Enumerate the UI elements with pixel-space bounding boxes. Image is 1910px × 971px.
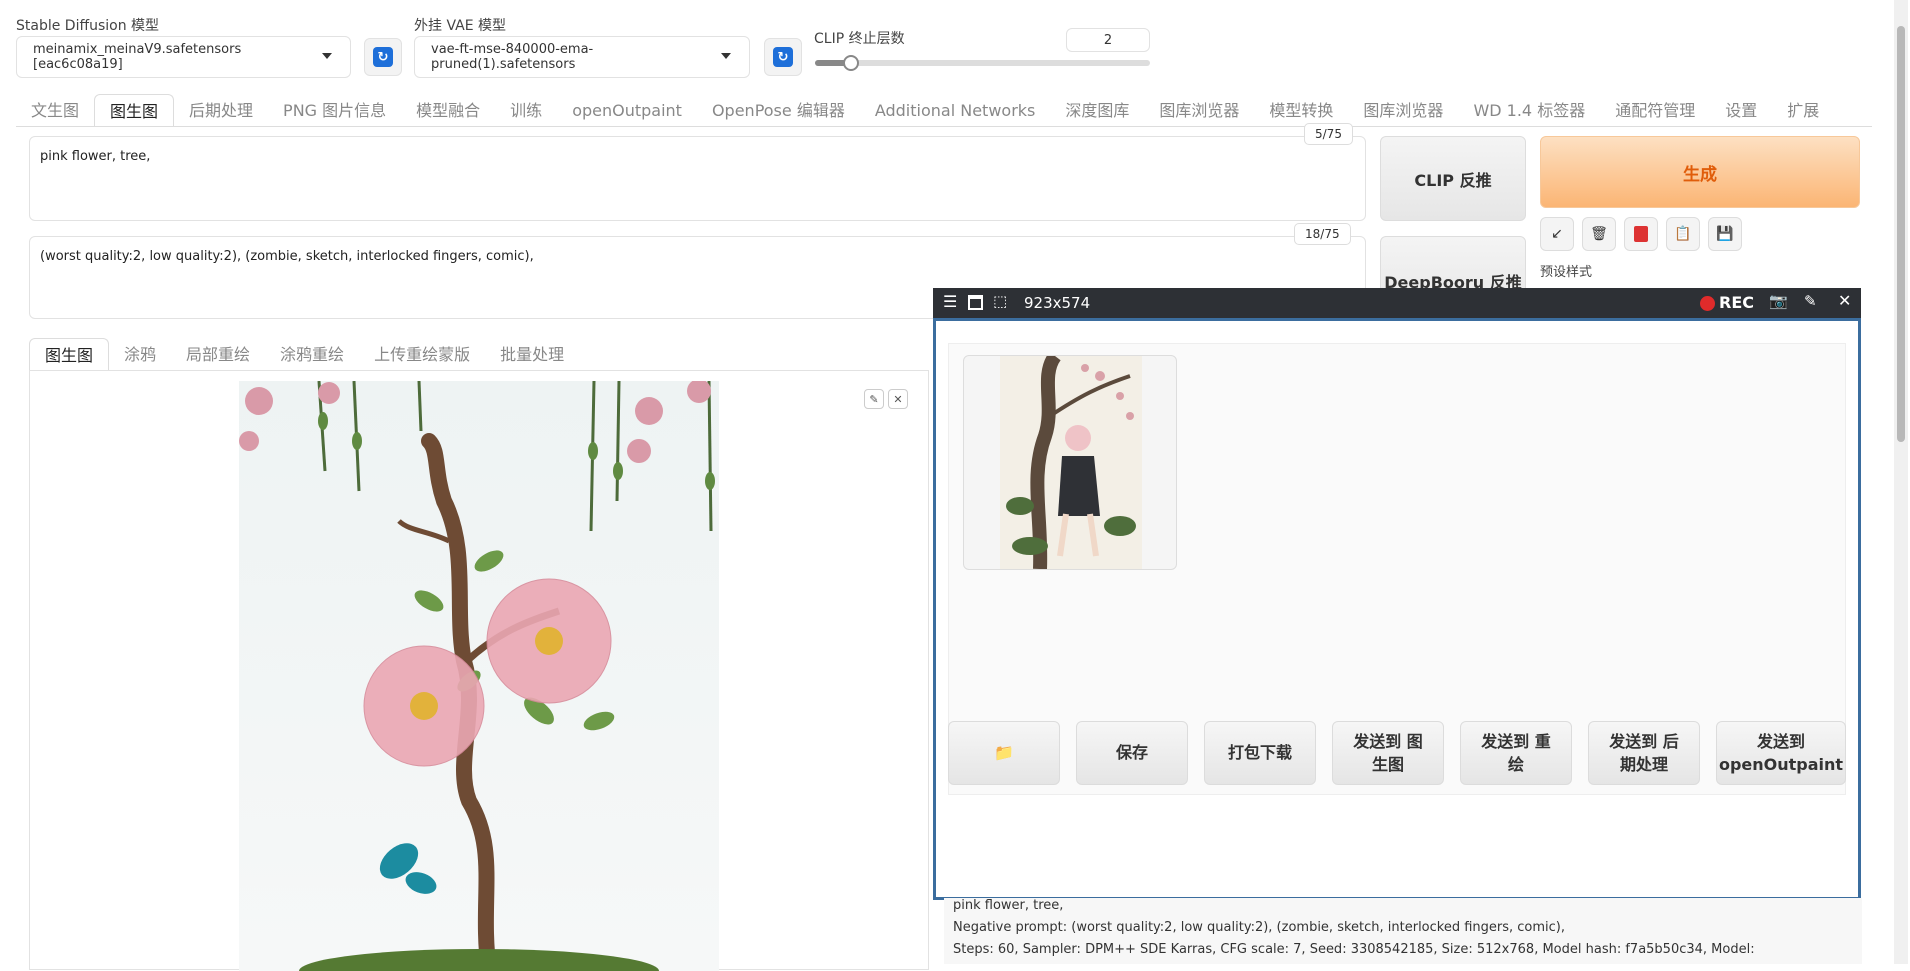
- negative-prompt-text: (worst quality:2, low quality:2), (zombi…: [40, 249, 534, 264]
- negative-token-counter: 18/75: [1294, 223, 1351, 245]
- save-icon[interactable]: 💾: [1708, 217, 1742, 251]
- tab-wildcards[interactable]: 通配符管理: [1600, 94, 1710, 127]
- send-to-openoutpaint-button[interactable]: 发送到 openOutpaint: [1716, 721, 1846, 785]
- folder-icon: 📁: [994, 743, 1014, 763]
- input-image[interactable]: [239, 381, 719, 971]
- tab-openoutpaint[interactable]: openOutpaint: [557, 94, 697, 127]
- tab-openpose[interactable]: OpenPose 编辑器: [697, 94, 860, 127]
- output-button-row: 📁 保存 打包下载 发送到 图生图 发送到 重绘 发送到 后期处理 发送到 op…: [948, 721, 1848, 787]
- page-scrollbar[interactable]: [1894, 0, 1908, 964]
- girl-tree-image: [1000, 356, 1142, 569]
- trash-icon[interactable]: 🗑: [1582, 217, 1616, 251]
- tab-txt2img[interactable]: 文生图: [16, 94, 94, 127]
- tab-extensions[interactable]: 扩展: [1772, 94, 1834, 127]
- send-to-inpaint-button[interactable]: 发送到 重绘: [1460, 721, 1572, 785]
- region-select-icon[interactable]: ⬚: [993, 292, 1007, 310]
- tab-settings[interactable]: 设置: [1710, 94, 1772, 127]
- menu-icon[interactable]: ☰: [943, 292, 957, 311]
- capture-overlay-titlebar: ☰ ⬚ 923x574 REC 📷 ✎ ✕: [933, 288, 1861, 318]
- clip-interrogate-button[interactable]: CLIP 反推: [1380, 136, 1526, 221]
- flower-tree-image: [239, 381, 719, 971]
- tab-image-browser[interactable]: 图库浏览器: [1144, 94, 1254, 127]
- img2img-sub-tabs: 图生图 涂鸦 局部重绘 涂鸦重绘 上传重绘蒙版 批量处理: [29, 338, 579, 371]
- refresh-vae-button[interactable]: ↻: [764, 38, 802, 76]
- clip-skip-slider-track[interactable]: [815, 60, 1150, 66]
- clipboard-icon[interactable]: 📋: [1666, 217, 1700, 251]
- subtab-inpaint[interactable]: 局部重绘: [171, 338, 265, 371]
- subtab-inpaint-upload[interactable]: 上传重绘蒙版: [359, 338, 485, 371]
- tab-image-browser-2[interactable]: 图库浏览器: [1348, 94, 1458, 127]
- refresh-sd-model-button[interactable]: ↻: [364, 38, 402, 76]
- rec-button[interactable]: REC: [1719, 293, 1754, 312]
- edit-icon[interactable]: ✎: [864, 389, 884, 409]
- scrollbar-thumb[interactable]: [1897, 26, 1905, 442]
- send-to-img2img-button[interactable]: 发送到 图生图: [1332, 721, 1444, 785]
- card-icon[interactable]: [1624, 217, 1658, 251]
- vae-model-value: vae-ft-mse-840000-ema-pruned(1).safetens…: [431, 42, 594, 72]
- refresh-icon: ↻: [373, 47, 393, 67]
- sd-model-select[interactable]: meinamix_meinaV9.safetensors [eac6c08a19…: [16, 36, 351, 78]
- close-icon[interactable]: ✕: [888, 389, 908, 409]
- prompt-token-counter: 5/75: [1304, 123, 1353, 145]
- chevron-down-icon: [721, 53, 731, 59]
- prompt-input[interactable]: pink flower, tree,: [29, 136, 1366, 221]
- save-button[interactable]: 保存: [1076, 721, 1188, 785]
- tab-additional-networks[interactable]: Additional Networks: [860, 94, 1051, 127]
- clip-skip-label: CLIP 终止层数: [814, 31, 905, 47]
- clip-skip-number[interactable]: 2: [1066, 28, 1150, 52]
- record-dot-icon: [1700, 296, 1715, 311]
- send-to-extras-button[interactable]: 发送到 后期处理: [1588, 721, 1700, 785]
- output-thumbnail[interactable]: [963, 355, 1177, 570]
- subtab-batch[interactable]: 批量处理: [485, 338, 579, 371]
- camera-icon[interactable]: 📷: [1769, 292, 1788, 310]
- vae-model-label: 外挂 VAE 模型: [414, 18, 507, 34]
- tab-depth-gallery[interactable]: 深度图库: [1050, 94, 1144, 127]
- tabs-divider: [16, 126, 1872, 127]
- open-folder-button[interactable]: 📁: [948, 721, 1060, 785]
- main-tabs: 文生图 图生图 后期处理 PNG 图片信息 模型融合 训练 openOutpai…: [16, 94, 1834, 127]
- capture-overlay-frame: 📁 保存 打包下载 发送到 图生图 发送到 重绘 发送到 后期处理 发送到 op…: [933, 318, 1861, 900]
- pen-icon[interactable]: ✎: [1804, 292, 1817, 310]
- tab-train[interactable]: 训练: [495, 94, 557, 127]
- tab-extras[interactable]: 后期处理: [174, 94, 268, 127]
- generate-button[interactable]: 生成: [1540, 136, 1860, 208]
- overlay-size-label: 923x574: [1024, 294, 1091, 312]
- close-icon[interactable]: ✕: [1838, 291, 1851, 310]
- sd-model-value: meinamix_meinaV9.safetensors [eac6c08a19…: [33, 42, 242, 72]
- preset-styles-label: 预设样式: [1540, 265, 1593, 280]
- subtab-img2img[interactable]: 图生图: [29, 338, 110, 371]
- subtab-inpaint-sketch[interactable]: 涂鸦重绘: [265, 338, 359, 371]
- tab-img2img[interactable]: 图生图: [94, 94, 175, 127]
- vae-model-select[interactable]: vae-ft-mse-840000-ema-pruned(1).safetens…: [414, 36, 750, 78]
- zip-download-button[interactable]: 打包下载: [1204, 721, 1316, 785]
- tab-wd14-tagger[interactable]: WD 1.4 标签器: [1458, 94, 1600, 127]
- chevron-down-icon: [322, 53, 332, 59]
- tab-png-info[interactable]: PNG 图片信息: [268, 94, 401, 127]
- subtab-sketch[interactable]: 涂鸦: [109, 338, 171, 371]
- window-icon[interactable]: [968, 295, 983, 310]
- gen-info-prompt: pink flower, tree,: [953, 898, 1064, 913]
- tab-merge[interactable]: 模型融合: [401, 94, 495, 127]
- sd-model-label: Stable Diffusion 模型: [16, 18, 160, 34]
- gen-info-negative: Negative prompt: (worst quality:2, low q…: [953, 920, 1566, 935]
- clip-skip-slider-thumb[interactable]: [843, 55, 859, 71]
- gen-info-params: Steps: 60, Sampler: DPM++ SDE Karras, CF…: [953, 942, 1755, 957]
- arrow-icon[interactable]: ↙: [1540, 217, 1574, 251]
- refresh-icon: ↻: [773, 47, 793, 67]
